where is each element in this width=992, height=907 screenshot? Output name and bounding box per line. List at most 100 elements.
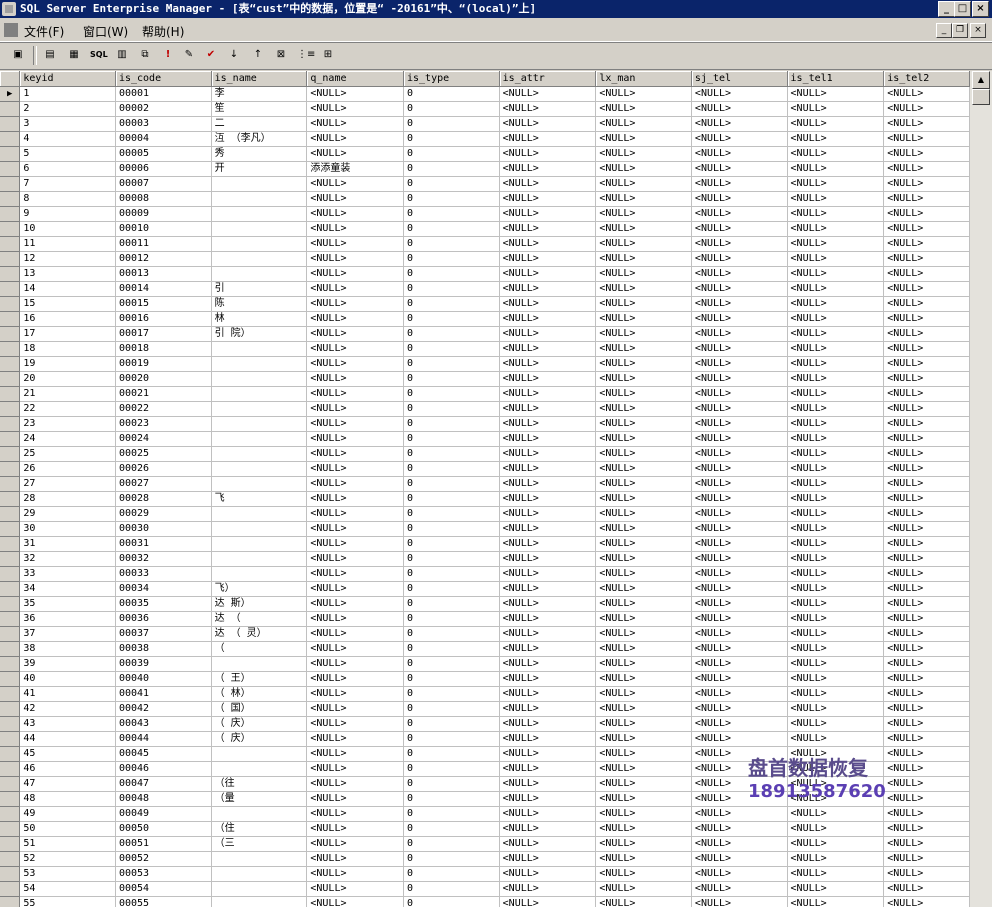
cell-sj-tel[interactable]: <NULL> <box>691 641 788 657</box>
cell-sj-tel[interactable]: <NULL> <box>691 851 788 867</box>
cell-is-name[interactable] <box>211 191 308 207</box>
cell-is-code[interactable]: 00003 <box>115 116 212 132</box>
cell-is-tel2[interactable]: <NULL> <box>883 776 970 792</box>
cell-sj-tel[interactable]: <NULL> <box>691 551 788 567</box>
sort-ascending-icon[interactable]: ↓ <box>226 47 242 63</box>
cell-is-type[interactable]: 0 <box>403 761 500 777</box>
cell-q-name[interactable]: <NULL> <box>306 566 404 582</box>
cell-is-attr[interactable]: <NULL> <box>499 506 597 522</box>
cell-keyid[interactable]: 36 <box>19 611 116 627</box>
cell-is-type[interactable]: 0 <box>403 401 500 417</box>
cell-is-type[interactable]: 0 <box>403 536 500 552</box>
cell-keyid[interactable]: 45 <box>19 746 116 762</box>
table-row[interactable]: 36 00036 达 （<NULL> 0 <NULL> <NULL> <NULL> <NULL… <box>0 611 970 627</box>
cell-q-name[interactable]: <NULL> <box>306 896 404 907</box>
cell-is-tel1[interactable]: <NULL> <box>787 191 885 207</box>
cell-lx-man[interactable]: <NULL> <box>595 221 692 237</box>
cell-is-type[interactable]: 0 <box>403 851 500 867</box>
cell-is-tel2[interactable]: <NULL> <box>883 791 970 807</box>
cell-q-name[interactable]: <NULL> <box>306 806 404 822</box>
cell-is-tel1[interactable]: <NULL> <box>787 881 885 897</box>
cell-is-code[interactable]: 00005 <box>115 146 212 162</box>
cell-sj-tel[interactable]: <NULL> <box>691 176 788 192</box>
cell-lx-man[interactable]: <NULL> <box>595 326 692 342</box>
cell-sj-tel[interactable]: <NULL> <box>691 866 788 882</box>
cell-lx-man[interactable]: <NULL> <box>595 506 692 522</box>
cell-is-code[interactable]: 00039 <box>115 656 212 672</box>
cell-is-code[interactable]: 00040 <box>115 671 212 687</box>
cell-is-name[interactable]: （ 王） <box>211 671 308 687</box>
row-selector[interactable] <box>0 731 21 747</box>
cell-is-code[interactable]: 00050 <box>115 821 212 837</box>
cell-is-attr[interactable]: <NULL> <box>499 791 597 807</box>
column-header-is-name[interactable]: is_name <box>211 71 308 87</box>
cell-keyid[interactable]: 22 <box>19 401 116 417</box>
table-row[interactable]: 14 00014 引 <NULL> 0 <NULL> <NULL> <NULL> <NULL> <… <box>0 281 970 297</box>
cell-is-type[interactable]: 0 <box>403 746 500 762</box>
cell-keyid[interactable]: 25 <box>19 446 116 462</box>
cell-is-name[interactable]: 秀 <box>211 146 308 162</box>
table-row[interactable]: 12 00012 <NULL> 0 <NULL> <NULL> <NULL> <NULL> <N… <box>0 251 970 267</box>
cell-sj-tel[interactable]: <NULL> <box>691 596 788 612</box>
cell-is-code[interactable]: 00001 <box>115 86 212 102</box>
cell-is-type[interactable]: 0 <box>403 206 500 222</box>
table-row[interactable]: 9 00009 <NULL> 0 <NULL> <NULL> <NULL> <NULL> <NU… <box>0 206 970 222</box>
cell-q-name[interactable]: <NULL> <box>306 746 404 762</box>
cell-is-tel1[interactable]: <NULL> <box>787 296 885 312</box>
cell-is-tel2[interactable]: <NULL> <box>883 311 970 327</box>
cell-lx-man[interactable]: <NULL> <box>595 461 692 477</box>
cell-q-name[interactable]: <NULL> <box>306 281 404 297</box>
cell-keyid[interactable]: 54 <box>19 881 116 897</box>
cell-is-name[interactable] <box>211 431 308 447</box>
cell-is-name[interactable]: （量 <box>211 791 308 807</box>
cell-is-tel2[interactable]: <NULL> <box>883 866 970 882</box>
cell-q-name[interactable]: <NULL> <box>306 641 404 657</box>
cell-is-tel1[interactable]: <NULL> <box>787 386 885 402</box>
cell-is-name[interactable] <box>211 851 308 867</box>
mdi-close-button[interactable]: × <box>970 23 986 38</box>
cell-is-attr[interactable]: <NULL> <box>499 671 597 687</box>
cell-is-attr[interactable]: <NULL> <box>499 281 597 297</box>
cell-is-attr[interactable]: <NULL> <box>499 401 597 417</box>
cell-is-name[interactable] <box>211 251 308 267</box>
row-selector[interactable] <box>0 836 21 852</box>
mdi-minimize-button[interactable]: _ <box>936 23 952 38</box>
row-selector[interactable] <box>0 521 21 537</box>
cell-is-attr[interactable]: <NULL> <box>499 866 597 882</box>
cell-is-type[interactable]: 0 <box>403 641 500 657</box>
row-selector[interactable] <box>0 266 21 282</box>
cell-keyid[interactable]: 16 <box>19 311 116 327</box>
cell-is-tel2[interactable]: <NULL> <box>883 176 970 192</box>
show-diagram-icon[interactable]: ▤ <box>42 47 58 63</box>
cell-q-name[interactable]: <NULL> <box>306 131 404 147</box>
cell-lx-man[interactable]: <NULL> <box>595 611 692 627</box>
cell-is-type[interactable]: 0 <box>403 281 500 297</box>
cell-is-tel1[interactable]: <NULL> <box>787 536 885 552</box>
cell-q-name[interactable]: <NULL> <box>306 536 404 552</box>
cell-is-name[interactable] <box>211 656 308 672</box>
cell-is-type[interactable]: 0 <box>403 821 500 837</box>
cell-q-name[interactable]: <NULL> <box>306 116 404 132</box>
table-row[interactable]: 15 00015 陈 <NULL> 0 <NULL> <NULL> <NULL> <NULL> <… <box>0 296 970 312</box>
row-selector[interactable] <box>0 851 21 867</box>
cell-is-tel1[interactable]: <NULL> <box>787 86 885 102</box>
cell-is-type[interactable]: 0 <box>403 896 500 907</box>
cell-q-name[interactable]: <NULL> <box>306 521 404 537</box>
cell-is-tel1[interactable]: <NULL> <box>787 416 885 432</box>
cell-keyid[interactable]: 32 <box>19 551 116 567</box>
cell-is-code[interactable]: 00043 <box>115 716 212 732</box>
cell-sj-tel[interactable]: <NULL> <box>691 206 788 222</box>
cell-keyid[interactable]: 19 <box>19 356 116 372</box>
cell-is-attr[interactable]: <NULL> <box>499 611 597 627</box>
row-selector[interactable] <box>0 161 21 177</box>
cell-is-code[interactable]: 00027 <box>115 476 212 492</box>
cell-is-attr[interactable]: <NULL> <box>499 371 597 387</box>
cell-is-tel1[interactable]: <NULL> <box>787 161 885 177</box>
cell-sj-tel[interactable]: <NULL> <box>691 266 788 282</box>
cell-is-code[interactable]: 00022 <box>115 401 212 417</box>
cell-is-type[interactable]: 0 <box>403 116 500 132</box>
cell-is-attr[interactable]: <NULL> <box>499 881 597 897</box>
cell-is-tel1[interactable]: <NULL> <box>787 131 885 147</box>
cell-is-code[interactable]: 00002 <box>115 101 212 117</box>
cell-is-attr[interactable]: <NULL> <box>499 221 597 237</box>
